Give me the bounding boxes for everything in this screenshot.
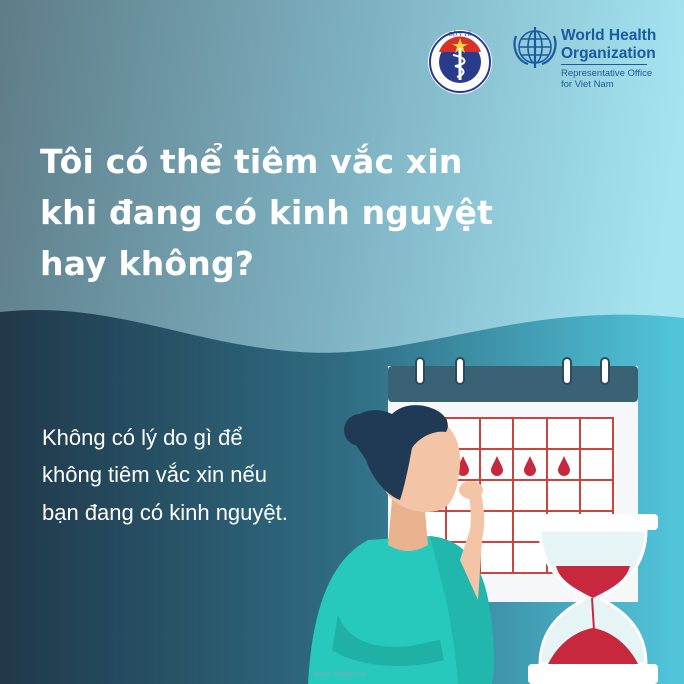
ministry-of-health-seal-icon: BỘ Y TẾ xyxy=(428,30,492,94)
who-name-line2: Organization xyxy=(561,45,656,62)
headline-line-3: hay không? xyxy=(40,244,255,283)
background-illustration: BỘ Y TẾ xyxy=(0,0,684,684)
infographic: BỘ Y TẾ World Health Organization Repres… xyxy=(0,0,684,684)
headline-line-2: khi đang có kinh nguyệt xyxy=(40,193,494,232)
body-line-2: không tiêm vắc xin nếu xyxy=(42,462,268,487)
svg-text:BỘ Y TẾ: BỘ Y TẾ xyxy=(449,30,472,38)
body-line-3: bạn đang có kinh nguyệt. xyxy=(42,500,288,525)
body-line-1: Không có lý do gì để xyxy=(42,425,243,450)
who-divider xyxy=(561,64,647,65)
who-office-line1: Representative Office xyxy=(561,68,653,79)
who-office-line2: for Viet Nam xyxy=(561,79,614,90)
who-name-line1: World Health xyxy=(561,27,657,44)
headline-line-1: Tôi có thể tiêm vắc xin xyxy=(40,142,463,181)
image-credit: Vector: Freepik.com xyxy=(313,672,367,678)
